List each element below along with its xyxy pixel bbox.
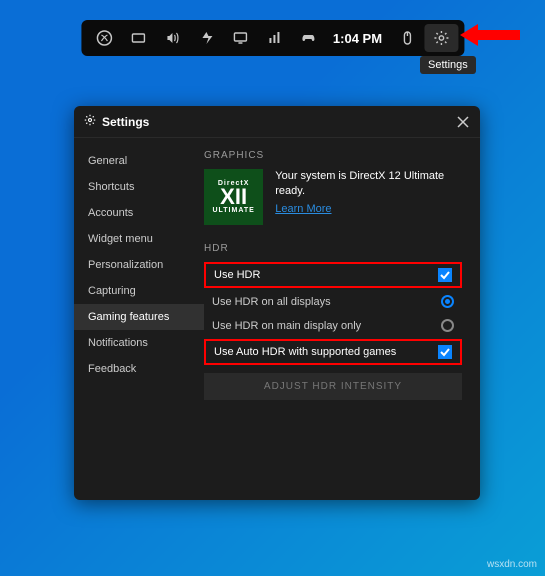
hdr-section-label: HDR <box>204 243 462 254</box>
use-hdr-checkbox[interactable] <box>438 268 452 282</box>
hdr-all-displays-row[interactable]: Use HDR on all displays <box>204 291 462 312</box>
sidebar-item-capturing[interactable]: Capturing <box>74 278 204 304</box>
auto-hdr-label: Use Auto HDR with supported games <box>214 346 396 358</box>
directx-badge-bottom: ULTIMATE <box>212 207 254 214</box>
hdr-main-only-row[interactable]: Use HDR on main display only <box>204 315 462 336</box>
gamepad-icon[interactable] <box>291 24 325 52</box>
audio-icon[interactable] <box>155 24 189 52</box>
settings-content: GRAPHICS DirectX XII ULTIMATE Your syste… <box>204 138 480 500</box>
adjust-hdr-intensity-button[interactable]: ADJUST HDR INTENSITY <box>204 373 462 400</box>
resources-icon[interactable] <box>257 24 291 52</box>
use-hdr-row[interactable]: Use HDR <box>204 262 462 288</box>
xbox-icon[interactable] <box>87 24 121 52</box>
panel-titlebar: Settings <box>74 106 480 138</box>
directx-status-text: Your system is DirectX 12 Ultimate ready… <box>275 169 462 199</box>
sidebar-item-shortcuts[interactable]: Shortcuts <box>74 174 204 200</box>
mouse-icon[interactable] <box>390 24 424 52</box>
settings-gear-icon[interactable] <box>424 24 458 52</box>
sidebar-item-widget-menu[interactable]: Widget menu <box>74 226 204 252</box>
directx-badge: DirectX XII ULTIMATE <box>204 169 263 225</box>
learn-more-link[interactable]: Learn More <box>275 203 331 215</box>
panel-title-text: Settings <box>102 115 149 129</box>
auto-hdr-checkbox[interactable] <box>438 345 452 359</box>
red-arrow-annotation <box>460 24 520 51</box>
use-hdr-label: Use HDR <box>214 269 260 281</box>
watermark: wsxdn.com <box>487 559 537 570</box>
clock-time: 1:04 PM <box>325 31 390 46</box>
close-button[interactable] <box>456 115 470 129</box>
settings-sidebar: General Shortcuts Accounts Widget menu P… <box>74 138 204 500</box>
sidebar-item-notifications[interactable]: Notifications <box>74 330 204 356</box>
hdr-main-only-label: Use HDR on main display only <box>212 320 361 332</box>
sidebar-item-personalization[interactable]: Personalization <box>74 252 204 278</box>
sidebar-item-accounts[interactable]: Accounts <box>74 200 204 226</box>
directx-badge-mid: XII <box>220 187 247 207</box>
gear-icon <box>84 114 96 129</box>
game-bar: 1:04 PM <box>81 20 464 56</box>
graphics-section-label: GRAPHICS <box>204 150 462 161</box>
settings-tooltip: Settings <box>420 56 476 74</box>
sidebar-item-general[interactable]: General <box>74 148 204 174</box>
hdr-main-only-radio[interactable] <box>441 319 454 332</box>
widget-icon[interactable] <box>223 24 257 52</box>
settings-panel: Settings General Shortcuts Accounts Widg… <box>74 106 480 500</box>
sidebar-item-feedback[interactable]: Feedback <box>74 356 204 382</box>
capture-icon[interactable] <box>121 24 155 52</box>
hdr-all-displays-label: Use HDR on all displays <box>212 296 331 308</box>
performance-icon[interactable] <box>189 24 223 52</box>
hdr-all-displays-radio[interactable] <box>441 295 454 308</box>
auto-hdr-row[interactable]: Use Auto HDR with supported games <box>204 339 462 365</box>
sidebar-item-gaming-features[interactable]: Gaming features <box>74 304 204 330</box>
